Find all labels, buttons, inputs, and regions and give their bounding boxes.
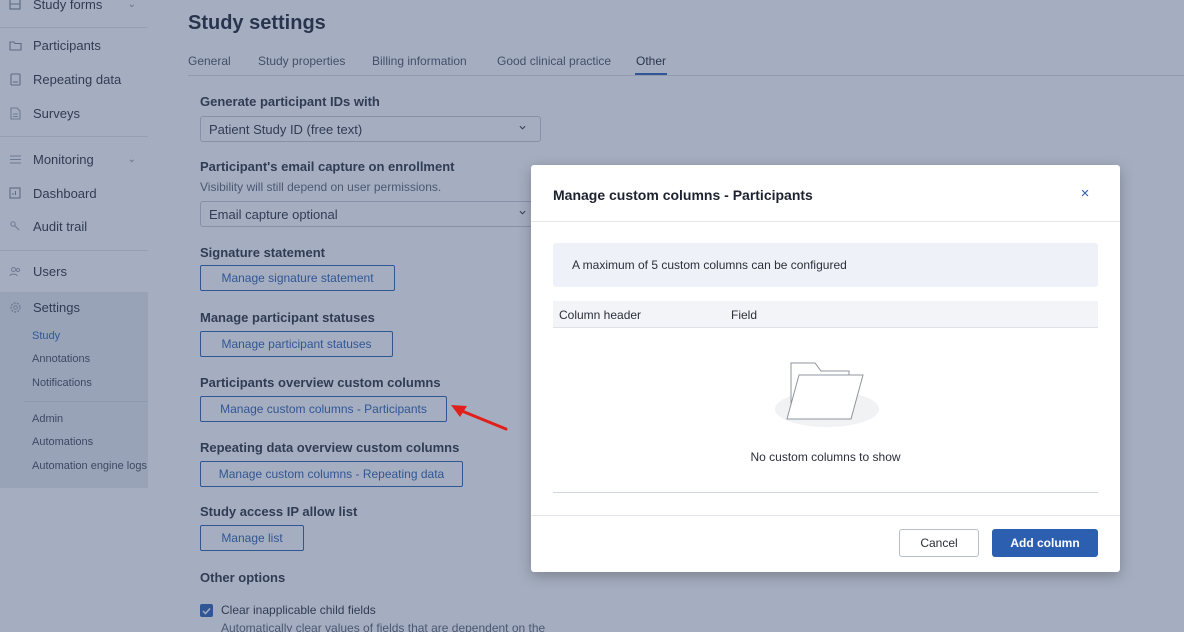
cancel-button[interactable]: Cancel: [899, 529, 979, 557]
annotation-arrow-icon: [451, 405, 508, 431]
info-banner: A maximum of 5 custom columns can be con…: [553, 243, 1098, 287]
columns-table-header: Column header Field: [553, 301, 1098, 328]
empty-state-text: No custom columns to show: [750, 450, 901, 464]
add-column-button[interactable]: Add column: [992, 529, 1098, 557]
info-text: A maximum of 5 custom columns can be con…: [572, 258, 847, 272]
divider: [531, 221, 1120, 222]
close-icon[interactable]: ×: [1078, 185, 1092, 202]
divider: [531, 515, 1120, 516]
field-header-label: Field: [731, 308, 758, 322]
dialog-title: Manage custom columns - Participants: [553, 187, 813, 203]
empty-folder-icon: [775, 362, 879, 427]
column-header-label: Column header: [559, 308, 642, 322]
divider: [553, 492, 1098, 493]
manage-custom-columns-dialog: Manage custom columns - Participants × A…: [531, 165, 1120, 572]
